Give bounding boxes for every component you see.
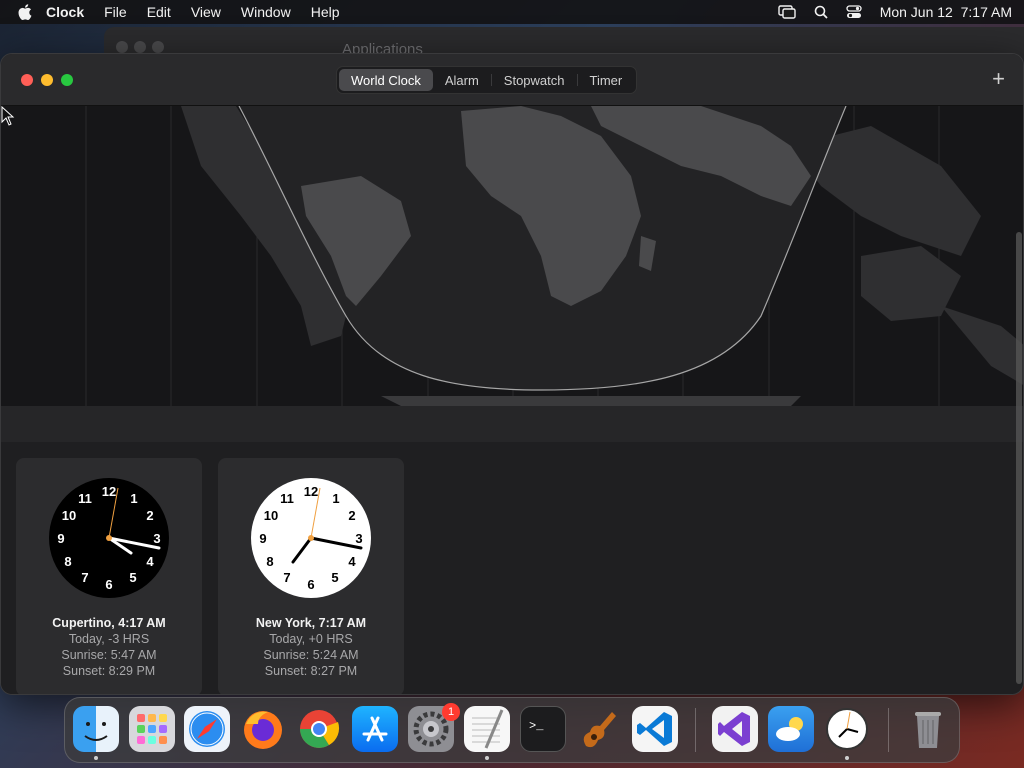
system-settings-icon[interactable]: 1 [408, 703, 460, 752]
menu-view[interactable]: View [191, 4, 221, 20]
clock-number: 12 [102, 484, 116, 499]
city-cards-area: 12 1 2 3 4 5 6 7 8 9 10 11 Cupertino, 4:… [1, 442, 1013, 694]
clock-number: 6 [307, 577, 314, 592]
sunset-label: Sunset: 8:29 PM [62, 664, 156, 678]
menu-file[interactable]: File [104, 4, 127, 20]
dock: 1 >_ [64, 697, 960, 763]
world-map[interactable] [1, 106, 1023, 442]
clock-number: 8 [266, 554, 273, 569]
clock-window: World Clock Alarm Stopwatch Timer + 12 1… [0, 53, 1024, 695]
sunrise-label: Sunrise: 5:24 AM [263, 648, 359, 662]
title-bar: World Clock Alarm Stopwatch Timer + [1, 54, 1023, 106]
time-offset-label: Today, +0 HRS [269, 632, 353, 646]
analog-clock-dark: 12 1 2 3 4 5 6 7 8 9 10 11 [49, 478, 169, 598]
clock-number: 7 [81, 570, 88, 585]
sunset-label: Sunset: 8:27 PM [264, 664, 358, 678]
clock-icon[interactable] [824, 706, 870, 752]
clock-number: 2 [348, 508, 355, 523]
tab-bar: World Clock Alarm Stopwatch Timer [336, 66, 638, 94]
clock-number: 10 [62, 508, 76, 523]
clock-number: 11 [280, 491, 294, 506]
clock-number: 12 [304, 484, 318, 499]
add-city-button[interactable]: + [992, 68, 1005, 90]
trash-icon[interactable] [905, 706, 951, 752]
terminal-icon[interactable]: >_ [520, 706, 566, 752]
clock-number: 3 [153, 531, 160, 546]
tab-timer[interactable]: Timer [578, 69, 635, 91]
notification-badge: 1 [442, 703, 460, 721]
maximize-button[interactable] [61, 74, 73, 86]
clock-number: 6 [105, 577, 112, 592]
menu-window[interactable]: Window [241, 4, 291, 20]
clock-number: 1 [130, 491, 137, 506]
tab-stopwatch[interactable]: Stopwatch [492, 69, 577, 91]
screen-mirroring-icon[interactable] [777, 5, 796, 19]
clock-number: 1 [332, 491, 339, 506]
menu-help[interactable]: Help [311, 4, 340, 20]
textedit-icon[interactable] [464, 706, 510, 752]
weather-icon[interactable] [768, 706, 814, 752]
clock-number: 3 [355, 531, 362, 546]
time-offset-label: Today, -3 HRS [68, 632, 150, 646]
clock-number: 10 [264, 508, 278, 523]
finder-icon[interactable] [73, 706, 119, 752]
menu-app-name[interactable]: Clock [46, 4, 84, 20]
sunrise-label: Sunrise: 5:47 AM [61, 648, 157, 662]
tab-alarm[interactable]: Alarm [433, 69, 491, 91]
city-card-new-york[interactable]: 12 1 2 3 4 5 6 7 8 9 10 11 New York, 7:1… [218, 458, 404, 694]
mouse-cursor-icon [1, 106, 15, 126]
clock-number: 9 [259, 531, 266, 546]
firefox-icon[interactable] [240, 706, 286, 752]
world-map-graphic [1, 106, 1023, 442]
chrome-icon[interactable] [296, 706, 342, 752]
clock-number: 5 [129, 570, 136, 585]
clock-number: 2 [146, 508, 153, 523]
menu-edit[interactable]: Edit [147, 4, 171, 20]
clock-number: 7 [283, 570, 290, 585]
visual-studio-icon[interactable] [712, 706, 758, 752]
menu-datetime[interactable]: Mon Jun 12 7:17 AM [880, 4, 1012, 20]
clock-number: 11 [78, 491, 92, 506]
scrollbar[interactable] [1016, 232, 1022, 684]
apple-menu-icon[interactable] [18, 4, 32, 20]
clock-number: 4 [146, 554, 154, 569]
vscode-icon[interactable] [632, 706, 678, 752]
garageband-icon[interactable] [576, 706, 622, 752]
clock-number: 4 [348, 554, 356, 569]
control-center-icon[interactable] [846, 5, 862, 19]
app-store-icon[interactable] [352, 706, 398, 752]
city-time-label: New York, 7:17 AM [255, 616, 367, 630]
tab-world-clock[interactable]: World Clock [339, 69, 433, 91]
city-card-cupertino[interactable]: 12 1 2 3 4 5 6 7 8 9 10 11 Cupertino, 4:… [16, 458, 202, 694]
spotlight-search-icon[interactable] [814, 5, 828, 19]
launchpad-icon[interactable] [129, 706, 175, 752]
clock-number: 8 [64, 554, 71, 569]
svg-text:>_: >_ [529, 719, 544, 733]
safari-icon[interactable] [184, 706, 230, 752]
clock-number: 5 [331, 570, 338, 585]
close-button[interactable] [21, 74, 33, 86]
city-time-label: Cupertino, 4:17 AM [52, 616, 166, 630]
clock-number: 9 [57, 531, 64, 546]
analog-clock-light: 12 1 2 3 4 5 6 7 8 9 10 11 [251, 478, 371, 598]
minimize-button[interactable] [41, 74, 53, 86]
menu-bar: Clock File Edit View Window Help Mon Jun… [0, 0, 1024, 24]
